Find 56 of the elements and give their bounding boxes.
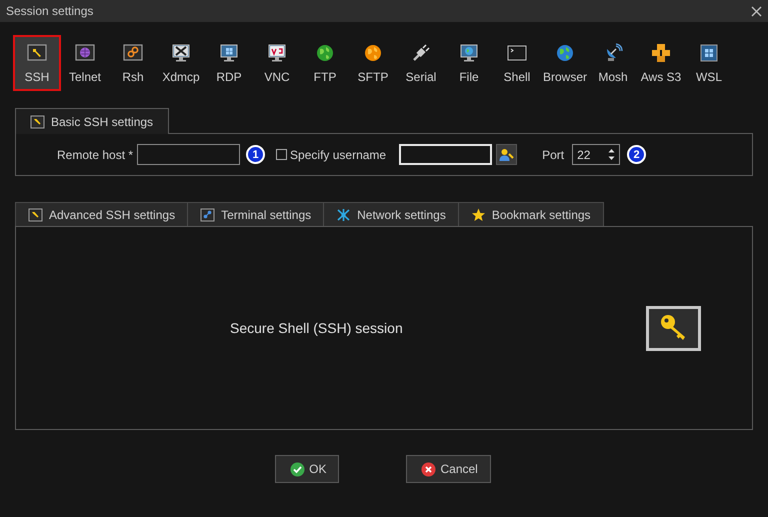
number-badge: 2 xyxy=(627,145,646,164)
settings-tab[interactable]: Network settings xyxy=(323,202,459,226)
checkbox[interactable] xyxy=(276,149,288,160)
check-icon xyxy=(290,462,306,476)
globe-icon xyxy=(555,42,575,62)
key-icon xyxy=(646,306,701,350)
session-type-button[interactable]: Xdmcp xyxy=(157,35,205,91)
close-icon[interactable] xyxy=(751,6,762,16)
monitor-icon xyxy=(267,42,287,62)
remote-host-label: Remote host * xyxy=(57,148,134,162)
window-title: Session settings xyxy=(6,4,94,18)
cancel-icon xyxy=(421,462,436,476)
session-type-button[interactable]: RDP xyxy=(205,35,253,91)
monitor-icon xyxy=(219,42,239,62)
monitor-icon xyxy=(171,42,191,62)
session-type-button[interactable]: SFTP xyxy=(349,35,397,91)
terminal-icon xyxy=(507,42,527,62)
spin-arrows-icon[interactable] xyxy=(608,148,616,161)
session-type-button[interactable]: WSL xyxy=(685,35,733,91)
globe-icon xyxy=(315,42,335,62)
cancel-button[interactable]: Cancel xyxy=(406,455,491,483)
key-icon xyxy=(27,42,47,62)
session-type-button[interactable]: Telnet xyxy=(61,35,109,91)
checkbox-label[interactable]: Specify username xyxy=(290,148,386,162)
plug-icon xyxy=(411,42,431,62)
session-description: Secure Shell (SSH) session xyxy=(230,320,404,336)
settings-tab[interactable]: Bookmark settings xyxy=(458,202,604,226)
settings-tab[interactable]: Basic SSH settings xyxy=(15,108,170,134)
network-icon xyxy=(336,208,352,222)
window-icon xyxy=(699,42,719,62)
wrench-icon xyxy=(30,114,45,128)
remote-host-field[interactable] xyxy=(137,144,240,165)
port-spinbox[interactable]: 22 xyxy=(572,144,620,165)
number-badge: 1 xyxy=(246,145,266,164)
monitor-icon xyxy=(459,42,479,62)
session-type-button[interactable]: VNC xyxy=(253,35,301,91)
session-type-button[interactable]: SSH xyxy=(13,35,61,91)
session-type-button[interactable]: File xyxy=(445,35,493,91)
wrench-icon xyxy=(28,208,43,222)
settings-tab[interactable]: Terminal settings xyxy=(187,202,324,226)
session-type-button[interactable]: Browser xyxy=(541,35,589,91)
user-settings-button[interactable] xyxy=(496,144,518,165)
session-type-button[interactable]: Shell xyxy=(493,35,541,91)
settings-tab[interactable]: Advanced SSH settings xyxy=(15,202,188,226)
username-field[interactable] xyxy=(399,144,492,165)
link-icon xyxy=(123,42,143,62)
star-icon xyxy=(470,208,486,222)
session-type-button[interactable]: Aws S3 xyxy=(637,35,685,91)
ok-button[interactable]: OK xyxy=(275,455,340,483)
session-type-button[interactable]: Serial xyxy=(397,35,445,91)
session-type-button[interactable]: Rsh xyxy=(109,35,157,91)
connection-icon xyxy=(200,208,216,222)
session-type-button[interactable]: FTP xyxy=(301,35,349,91)
port-label: Port xyxy=(542,148,564,162)
session-type-button[interactable]: Mosh xyxy=(589,35,637,91)
globe-icon xyxy=(363,42,383,62)
